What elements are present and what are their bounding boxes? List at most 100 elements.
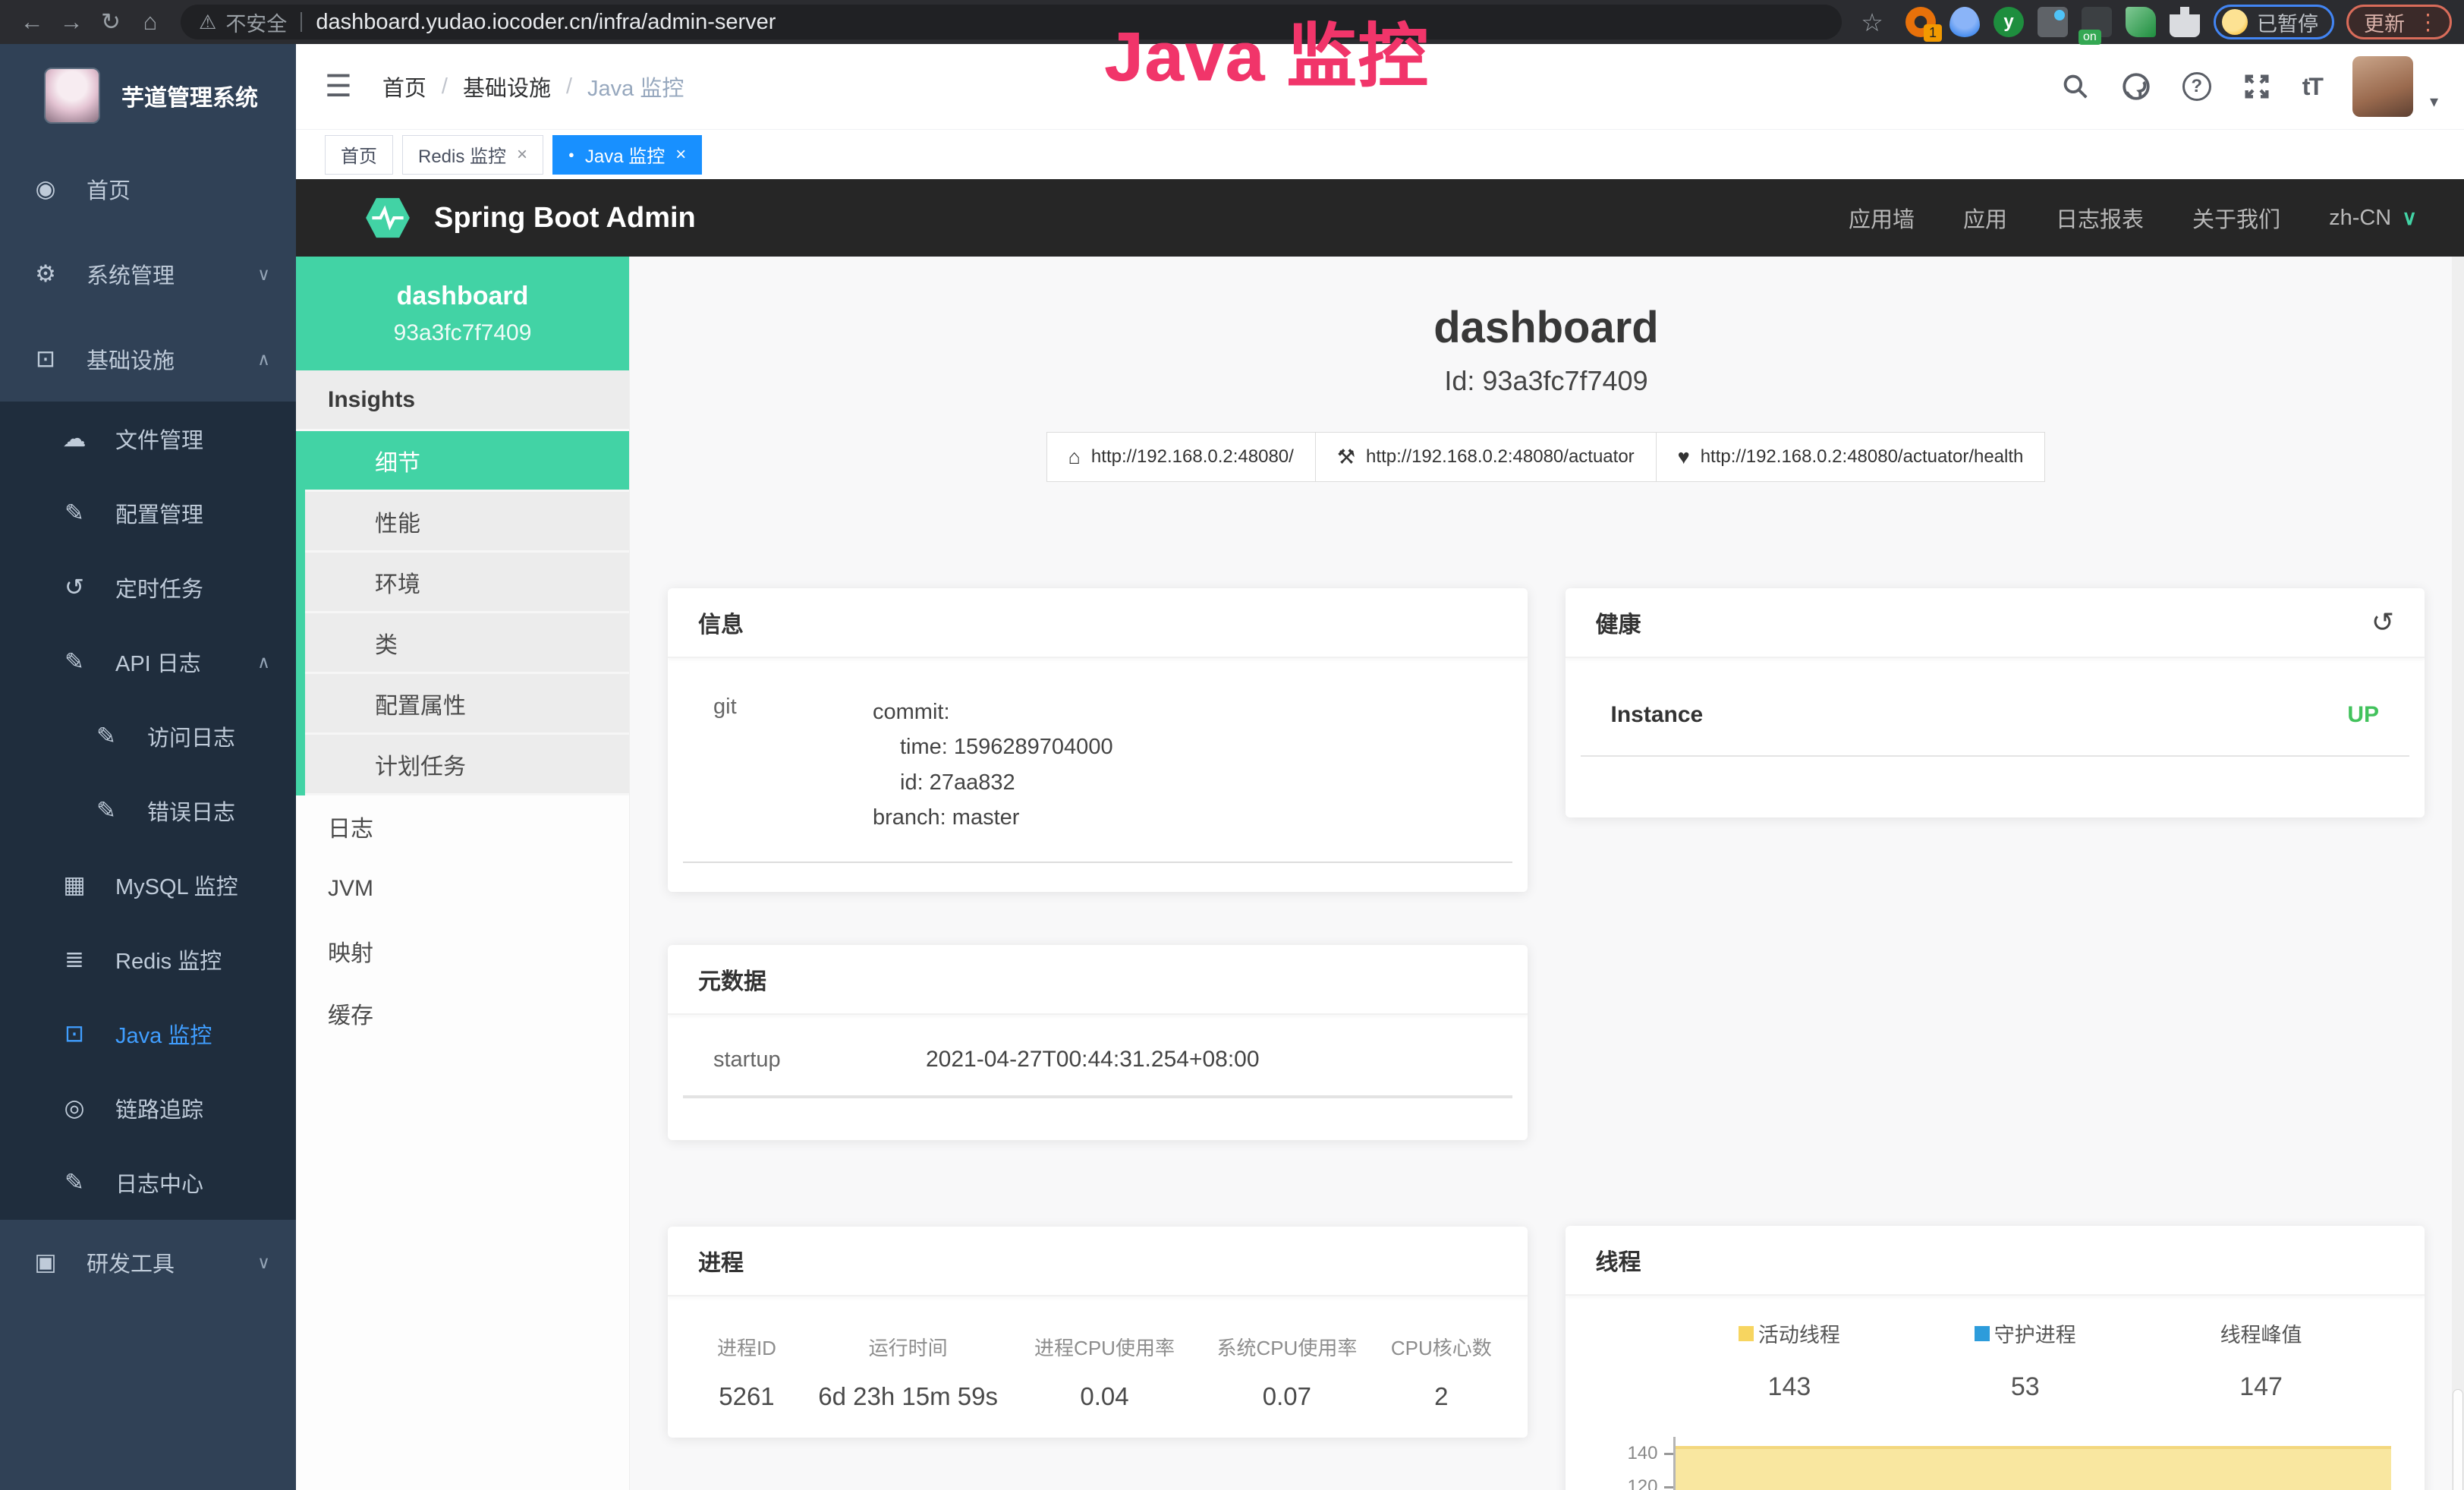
sidebar-item-label: 访问日志: [147, 720, 235, 752]
paused-label: 已暂停: [2257, 8, 2318, 37]
wrench-icon: ⚒: [1337, 446, 1355, 469]
avatar-caret-icon[interactable]: ▾: [2430, 92, 2438, 112]
help-icon[interactable]: ?: [2182, 72, 2211, 101]
instance-item-logs[interactable]: 日志: [296, 795, 629, 858]
paused-badge[interactable]: 已暂停: [2214, 5, 2334, 39]
sidebar-item-log-center[interactable]: ✎ 日志中心: [0, 1145, 296, 1220]
hamburger-icon[interactable]: ☰: [325, 69, 352, 104]
history-icon[interactable]: ↺: [2371, 606, 2394, 638]
update-button[interactable]: 更新 ⋮: [2346, 5, 2452, 39]
sidebar-item-redis-monitor[interactable]: ≣ Redis 监控: [0, 922, 296, 997]
app-logo-row[interactable]: 芋道管理系统: [0, 44, 296, 146]
url-text[interactable]: dashboard.yudao.iocoder.cn/infra/admin-s…: [316, 10, 776, 35]
link-url: http://192.168.0.2:48080/actuator: [1366, 446, 1635, 468]
sidebar-item-infrastructure[interactable]: ⊡ 基础设施 ∧: [0, 317, 296, 402]
sidebar-item-home[interactable]: ◉ 首页: [0, 146, 296, 232]
sidebar-item-access-logs[interactable]: ✎ 访问日志: [0, 699, 296, 773]
extension-list-icon[interactable]: on: [2082, 7, 2112, 37]
sidebar-item-label: 定时任务: [115, 572, 203, 603]
metadata-card-title: 元数据: [668, 945, 1528, 1015]
instance-link-actuator[interactable]: ⚒ http://192.168.0.2:48080/actuator: [1315, 432, 1657, 482]
process-col-header: 系统CPU使用率: [1196, 1333, 1378, 1361]
avatar[interactable]: [2352, 56, 2413, 117]
heart-icon: ♥: [1678, 446, 1690, 469]
breadcrumb-item-home[interactable]: 首页: [382, 71, 426, 102]
tab-redis-monitor[interactable]: Redis 监控 ×: [402, 135, 543, 175]
threads-chart: 140 120 100: [1566, 1437, 2425, 1490]
process-pid-value: 5261: [691, 1382, 803, 1411]
sidebar-item-scheduled-jobs[interactable]: ↺ 定时任务: [0, 550, 296, 625]
search-icon[interactable]: [2061, 72, 2090, 101]
insights-item-environment[interactable]: 环境: [305, 553, 629, 613]
browser-home-button[interactable]: ⌂: [131, 8, 170, 36]
sidebar-item-system-mgmt[interactable]: ⚙ 系统管理 ∨: [0, 232, 296, 317]
sidebar-item-java-monitor[interactable]: ⊡ Java 监控: [0, 997, 296, 1071]
insights-item-scheduled-tasks[interactable]: 计划任务: [305, 735, 629, 795]
insights-item-details[interactable]: 细节: [305, 431, 629, 492]
instance-item-caches[interactable]: 缓存: [296, 982, 629, 1044]
breadcrumb-item-infrastructure[interactable]: 基础设施: [463, 71, 551, 102]
annotation-java-monitor: Java 监控: [1104, 0, 1429, 101]
bookmark-star-icon[interactable]: ☆: [1852, 8, 1892, 37]
instance-item-jvm[interactable]: JVM: [296, 858, 629, 920]
sidebar-item-dev-tools[interactable]: ▣ 研发工具 ∨: [0, 1220, 296, 1305]
instance-link-home[interactable]: ⌂ http://192.168.0.2:48080/: [1046, 432, 1316, 482]
instance-item-mappings[interactable]: 映射: [296, 920, 629, 982]
sba-nav: 应用墙 应用 日志报表 关于我们 zh-CN ∨: [1849, 202, 2417, 234]
insights-item-config-props[interactable]: 配置属性: [305, 674, 629, 735]
ytick-label: 140: [1627, 1443, 1657, 1464]
reload-button[interactable]: ↻: [91, 8, 131, 36]
sba-nav-about[interactable]: 关于我们: [2192, 202, 2280, 234]
insights-item-classes[interactable]: 类: [305, 613, 629, 674]
browser-menu-icon[interactable]: ⋮: [2417, 9, 2439, 36]
locale-select[interactable]: zh-CN ∨: [2329, 206, 2417, 231]
extension-y-label: y: [2003, 11, 2013, 33]
sba-nav-applications[interactable]: 应用: [1963, 202, 2007, 234]
github-icon[interactable]: [2120, 71, 2152, 102]
breadcrumb-separator: /: [566, 74, 572, 99]
extension-puzzle-icon[interactable]: [2170, 7, 2200, 37]
sidebar-item-config-mgmt[interactable]: ✎ 配置管理: [0, 476, 296, 550]
fullscreen-icon[interactable]: [2242, 71, 2272, 102]
insights-header[interactable]: Insights: [296, 370, 629, 431]
extension-pin-icon[interactable]: [1949, 7, 1980, 37]
security-label[interactable]: 不安全: [225, 8, 287, 37]
tab-home[interactable]: 首页: [325, 135, 393, 175]
extension-leaf-icon[interactable]: [2126, 7, 2156, 37]
sba-nav-journal[interactable]: 日志报表: [2056, 202, 2144, 234]
instance-header[interactable]: dashboard 93a3fc7f7409: [296, 257, 629, 370]
process-table: 进程ID 5261 运行时间 6d 23h 15m 59s 进程CPU使用率: [668, 1333, 1528, 1411]
tab-java-monitor[interactable]: ● Java 监控 ×: [552, 135, 702, 175]
sba-logo-icon: [363, 193, 413, 243]
sidebar-item-api-logs[interactable]: ✎ API 日志 ∧: [0, 625, 296, 699]
extension-grid-icon[interactable]: [2038, 7, 2068, 37]
scrollbar-track[interactable]: [2452, 257, 2464, 1490]
close-icon[interactable]: ×: [517, 144, 527, 165]
threads-card: 线程 活动线程 143 守护进程 53: [1566, 1226, 2425, 1490]
sidebar-item-mysql-monitor[interactable]: ▦ MySQL 监控: [0, 848, 296, 922]
info-value: commit: time: 1596289704000 id: 27aa832 …: [873, 695, 1113, 836]
sidebar-item-error-logs[interactable]: ✎ 错误日志: [0, 773, 296, 848]
peak-threads-label: 线程峰值: [2220, 1318, 2302, 1348]
process-col-header: 进程CPU使用率: [1013, 1333, 1195, 1361]
sidebar-item-file-mgmt[interactable]: ☁ 文件管理: [0, 402, 296, 476]
forward-button[interactable]: →: [52, 8, 91, 36]
back-button[interactable]: ←: [12, 8, 52, 36]
log-icon: ✎: [90, 723, 123, 750]
scrollbar-thumb[interactable]: [2453, 1389, 2463, 1490]
extension-green-y-icon[interactable]: y: [1994, 7, 2024, 37]
font-size-icon[interactable]: tT: [2302, 73, 2322, 101]
sba-nav-wallboard[interactable]: 应用墙: [1849, 202, 1915, 234]
instance-link-health[interactable]: ♥ http://192.168.0.2:48080/actuator/heal…: [1656, 432, 2046, 482]
info-card-title: 信息: [668, 588, 1528, 658]
close-icon[interactable]: ×: [675, 144, 686, 165]
insights-item-metrics[interactable]: 性能: [305, 492, 629, 553]
sba-brand[interactable]: Spring Boot Admin: [434, 202, 696, 235]
daemon-threads-value: 53: [1907, 1372, 2143, 1402]
extensions-row: 1 y on: [1905, 7, 2200, 37]
extension-orange-icon[interactable]: 1: [1905, 7, 1936, 37]
chevron-up-icon: ∧: [257, 349, 270, 370]
active-dot-icon: ●: [568, 149, 574, 160]
sidebar-item-tracing[interactable]: ◎ 链路追踪: [0, 1071, 296, 1145]
address-bar[interactable]: ⚠ 不安全 dashboard.yudao.iocoder.cn/infra/a…: [181, 5, 1842, 39]
